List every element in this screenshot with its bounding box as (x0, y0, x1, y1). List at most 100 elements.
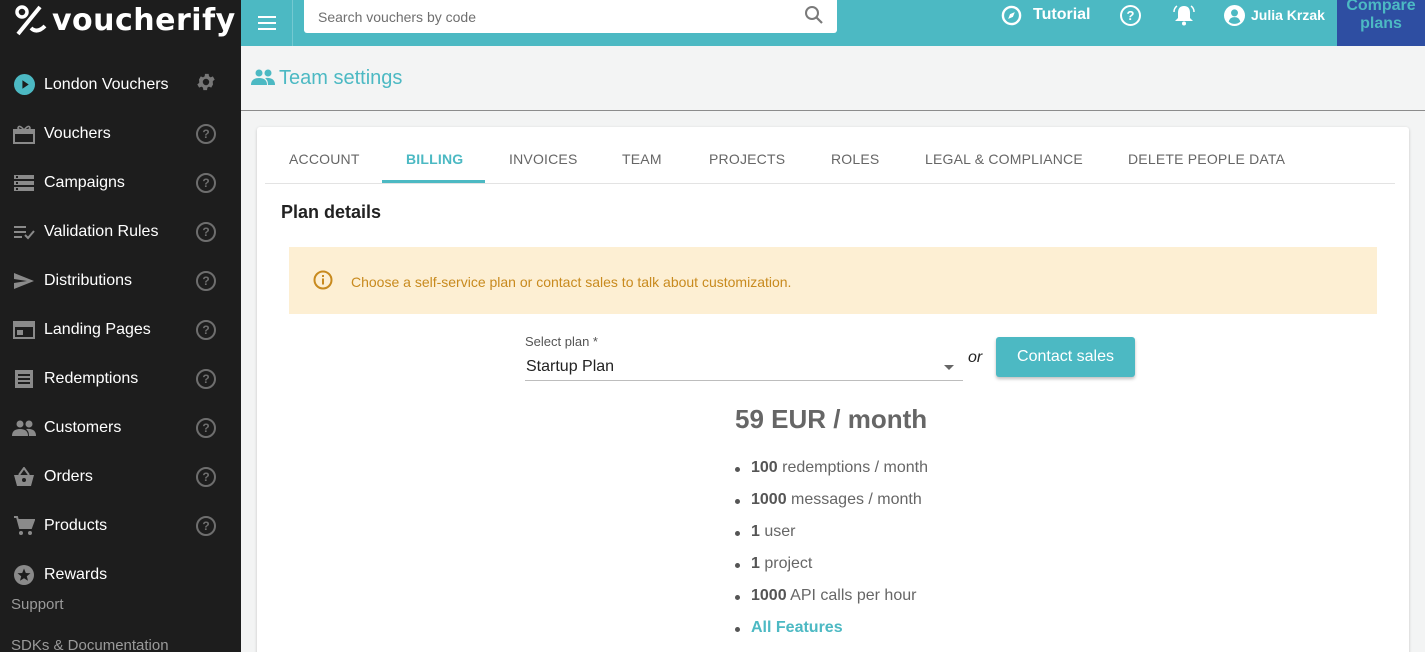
help-icon[interactable]: ? (196, 270, 216, 291)
help-icon[interactable]: ? (196, 221, 216, 242)
select-plan-label: Select plan * (525, 334, 598, 349)
sidebar-item-label: Distributions (44, 271, 133, 289)
help-icon[interactable]: ? (196, 319, 216, 340)
list-item: 1000 messages / month (735, 491, 928, 523)
feature-text: API calls per hour (786, 587, 917, 604)
sidebar-item-validation-rules[interactable]: Validation Rules ? (0, 207, 241, 256)
user-name: Julia Krzak (1251, 7, 1325, 23)
bell-icon[interactable] (1172, 4, 1196, 31)
sidebar-item-vouchers[interactable]: Vouchers ? (0, 109, 241, 158)
sidebar-item-redemptions[interactable]: Redemptions ? (0, 354, 241, 403)
search-input[interactable] (318, 6, 788, 28)
gear-icon[interactable] (195, 71, 217, 98)
sidebar-item-label: Campaigns (44, 173, 125, 191)
people-icon (251, 69, 275, 85)
section-title: Plan details (281, 202, 382, 222)
voucherify-logo[interactable]: voucherify (14, 2, 236, 38)
feature-value: 1 (751, 555, 760, 572)
sdks-documentation-link[interactable]: SDKs & Documentation (11, 637, 169, 652)
settings-tabs: ACCOUNT BILLING INVOICES TEAM PROJECTS R… (265, 127, 1395, 184)
help-icon[interactable]: ? (196, 466, 216, 487)
selected-plan: Startup Plan (526, 358, 615, 375)
help-icon[interactable]: ? (196, 515, 216, 536)
help-icon[interactable]: ? (196, 172, 216, 193)
tab-billing[interactable]: BILLING (406, 151, 463, 167)
web-icon (12, 318, 36, 342)
basket-icon (12, 465, 36, 489)
help-icon[interactable]: ? (196, 417, 216, 438)
help-icon[interactable]: ? (196, 123, 216, 144)
topbar: Tutorial ? Julia Krzak Compare plans (241, 0, 1425, 46)
compare-plans-button[interactable]: Compare plans (1337, 0, 1425, 46)
page-title: Team settings (279, 67, 403, 89)
search-box (304, 0, 837, 33)
feature-value: 1000 (751, 587, 787, 604)
caret-down-icon (944, 365, 954, 370)
sidebar-item-distributions[interactable]: Distributions ? (0, 256, 241, 305)
help-icon[interactable]: ? (1120, 5, 1141, 26)
list-icon (12, 171, 36, 195)
list-item: 1000 API calls per hour (735, 587, 928, 619)
contact-sales-button[interactable]: Contact sales (996, 337, 1135, 377)
cart-icon (12, 514, 36, 538)
plan-select[interactable]: Startup Plan (525, 353, 963, 381)
list-item: 1 user (735, 523, 928, 555)
star-icon (12, 563, 36, 587)
list-item: 1 project (735, 555, 928, 587)
feature-value: 1000 (751, 491, 787, 508)
help-icon[interactable]: ? (196, 368, 216, 389)
list-item: 100 redemptions / month (735, 459, 928, 491)
tab-roles[interactable]: ROLES (831, 151, 879, 167)
tab-projects[interactable]: PROJECTS (709, 151, 785, 167)
sidebar-item-products[interactable]: Products ? (0, 501, 241, 550)
tab-team[interactable]: TEAM (622, 151, 662, 167)
sidebar-item-label: Rewards (44, 565, 108, 583)
sidebar-item-label: Redemptions (44, 369, 139, 387)
menu-button[interactable] (241, 0, 293, 46)
tab-account[interactable]: ACCOUNT (289, 151, 360, 167)
sidebar: voucherify London Vouchers Vouchers ? Ca… (0, 0, 241, 652)
compass-icon (1001, 5, 1022, 26)
tab-invoices[interactable]: INVOICES (509, 151, 578, 167)
sidebar-item-campaigns[interactable]: Campaigns ? (0, 158, 241, 207)
plan-price: 59 EUR / month (735, 404, 928, 434)
sidebar-item-label: Validation Rules (44, 222, 159, 240)
sidebar-project-london-vouchers[interactable]: London Vouchers (0, 60, 241, 109)
tab-delete-people-data[interactable]: DELETE PEOPLE DATA (1128, 151, 1285, 167)
sidebar-item-label: Products (44, 516, 108, 534)
sidebar-item-label: Landing Pages (44, 320, 151, 338)
sidebar-item-label: Vouchers (44, 124, 111, 142)
support-link[interactable]: Support (11, 596, 64, 613)
tutorial-button[interactable]: Tutorial (1001, 0, 1090, 30)
info-alert: Choose a self-service plan or contact sa… (289, 247, 1377, 314)
people-icon (12, 416, 36, 440)
logo-text: voucherify (52, 2, 236, 38)
percent-logo-icon (15, 5, 47, 36)
send-icon (12, 269, 36, 293)
sidebar-item-rewards[interactable]: Rewards (0, 550, 241, 599)
feature-value: 100 (751, 459, 778, 476)
all-features-link[interactable]: All Features (751, 619, 843, 636)
active-tab-indicator (382, 180, 485, 183)
sidebar-item-label: Customers (44, 418, 122, 436)
list-item: All Features (735, 619, 928, 651)
tab-legal-compliance[interactable]: LEGAL & COMPLIANCE (925, 151, 1083, 167)
feature-text: messages / month (786, 491, 922, 508)
user-menu[interactable]: Julia Krzak (1224, 0, 1325, 30)
tutorial-label: Tutorial (1033, 6, 1091, 23)
search-icon[interactable] (804, 5, 824, 25)
play-circle-icon (12, 73, 36, 97)
sidebar-item-customers[interactable]: Customers ? (0, 403, 241, 452)
plan-features: 100 redemptions / month 1000 messages / … (735, 459, 928, 651)
sidebar-item-landing-pages[interactable]: Landing Pages ? (0, 305, 241, 354)
feature-text: project (759, 555, 813, 572)
settings-card: ACCOUNT BILLING INVOICES TEAM PROJECTS R… (257, 127, 1409, 652)
feature-value: 1 (751, 523, 760, 540)
page-header: Team settings (241, 46, 1425, 111)
info-icon (313, 270, 333, 290)
sidebar-project-label: London Vouchers (44, 75, 169, 93)
feature-text: user (759, 523, 796, 540)
sidebar-item-orders[interactable]: Orders ? (0, 452, 241, 501)
sidebar-item-label: Orders (44, 467, 93, 485)
feature-text: redemptions / month (777, 459, 928, 476)
